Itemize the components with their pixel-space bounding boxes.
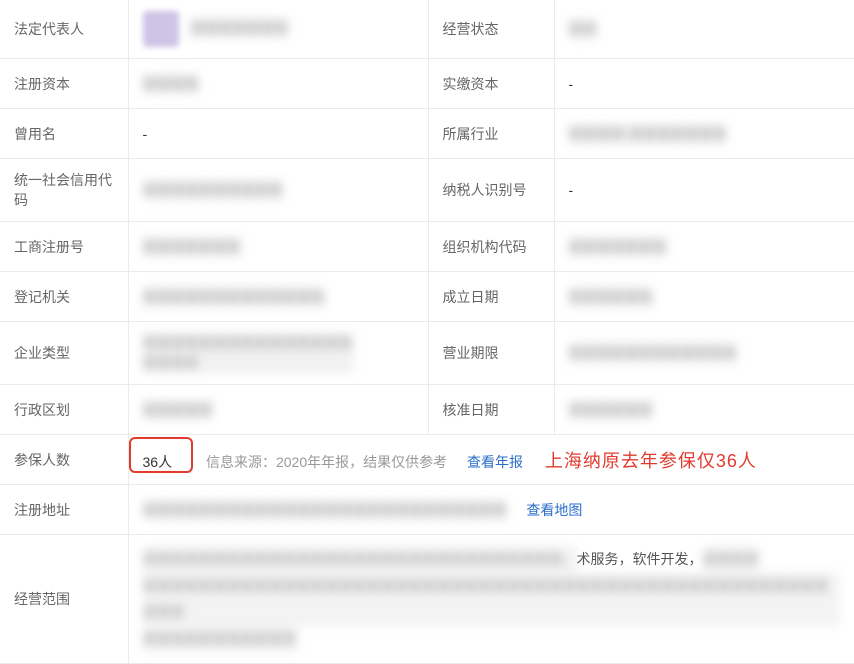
value-reg-authority: 某某某某某某某某某某某某某: [128, 272, 428, 322]
label-approval-date: 核准日期: [428, 385, 554, 435]
biz-scope-fragment: 术服务，软件开发，: [577, 551, 703, 567]
label-reg-address: 注册地址: [0, 485, 128, 535]
value-op-status: 某某: [554, 0, 854, 59]
redacted-text: 某某某某某某某某某某某某某某某某某某某某某某某某某某某某某某某某某某某某某某某某…: [143, 573, 841, 626]
avatar-icon: [143, 11, 179, 47]
label-op-period: 营业期限: [428, 322, 554, 385]
value-biz-scope: 某某某某某某某某某某某某某某某某某某某某某某某某某某某某某某，术服务，软件开发，…: [128, 535, 854, 664]
value-op-period: 某某某某某某某某某某某某: [554, 322, 854, 385]
redacted-text: 某某某某 某某某某某某某: [569, 124, 727, 144]
redacted-text: 某某某某某某某某某某某某某: [143, 287, 325, 307]
redacted-text: 某某某某某某某某某某某: [143, 626, 297, 653]
label-legal-rep: 法定代表人: [0, 0, 128, 59]
redacted-text: 某某某某: [703, 546, 759, 573]
value-insured-count: 36人 信息来源：2020年年报，结果仅供参考 查看年报 上海纳原去年参保仅36…: [128, 435, 854, 485]
annotation-text: 上海纳原去年参保仅36人: [545, 451, 757, 471]
label-industry: 所属行业: [428, 109, 554, 159]
value-biz-reg-no: 某某某某某某某: [128, 222, 428, 272]
label-est-date: 成立日期: [428, 272, 554, 322]
insured-count-value: 36人: [143, 454, 173, 470]
label-biz-reg-no: 工商注册号: [0, 222, 128, 272]
value-admin-div: 某某某某某: [128, 385, 428, 435]
redacted-text: 某某: [569, 19, 597, 39]
label-uscc: 统一社会信用代码: [0, 159, 128, 222]
redacted-text: 某某某某某某某某某某某某某某某某某某某某某某某某某某: [143, 500, 507, 520]
redacted-text: 某某某某某某某某某某某某某某某某某某某某某某某某某某某某某某，: [143, 546, 577, 573]
redacted-text: 某某某某某某: [569, 287, 653, 307]
label-reg-capital: 注册资本: [0, 59, 128, 109]
value-industry: 某某某某 某某某某某某某: [554, 109, 854, 159]
redacted-text: 某某某某某: [143, 400, 213, 420]
redacted-text: 某某某某某某某某某某某某某某某某某某某: [143, 333, 353, 373]
redacted-text: 某某某某某某: [569, 400, 653, 420]
label-biz-scope: 经营范围: [0, 535, 128, 664]
value-org-code: 某某某某某某某: [554, 222, 854, 272]
value-approval-date: 某某某某某某: [554, 385, 854, 435]
value-legal-rep: 某某某某某某某: [128, 0, 428, 59]
value-tax-id: -: [554, 159, 854, 222]
redacted-text: 某某某某某某某: [143, 237, 241, 257]
label-former-name: 曾用名: [0, 109, 128, 159]
label-paid-capital: 实缴资本: [428, 59, 554, 109]
redacted-text: 某某某某某某某某某某某某: [569, 343, 737, 363]
label-tax-id: 纳税人识别号: [428, 159, 554, 222]
redacted-text: 某某某某某某某: [569, 237, 667, 257]
value-est-date: 某某某某某某: [554, 272, 854, 322]
redacted-text: 某某某某: [143, 74, 199, 94]
label-org-code: 组织机构代码: [428, 222, 554, 272]
label-admin-div: 行政区划: [0, 385, 128, 435]
view-annual-report-link[interactable]: 查看年报: [467, 454, 523, 470]
redacted-text: 某某某某某某某: [190, 18, 288, 38]
value-paid-capital: -: [554, 59, 854, 109]
redacted-text: 某某某某某某某某某某: [143, 180, 283, 200]
value-former-name: -: [128, 109, 428, 159]
label-ent-type: 企业类型: [0, 322, 128, 385]
value-uscc: 某某某某某某某某某某: [128, 159, 428, 222]
value-ent-type: 某某某某某某某某某某某某某某某某某某某: [128, 322, 428, 385]
source-note: 信息来源：2020年年报，结果仅供参考: [206, 454, 447, 470]
company-info-table: 法定代表人 某某某某某某某 经营状态 某某 注册资本 某某某某 实缴资本 - 曾…: [0, 0, 854, 664]
label-reg-authority: 登记机关: [0, 272, 128, 322]
view-map-link[interactable]: 查看地图: [526, 502, 582, 518]
label-op-status: 经营状态: [428, 0, 554, 59]
value-reg-capital: 某某某某: [128, 59, 428, 109]
value-reg-address: 某某某某某某某某某某某某某某某某某某某某某某某某某某 查看地图: [128, 485, 854, 535]
label-insured-count: 参保人数: [0, 435, 128, 485]
